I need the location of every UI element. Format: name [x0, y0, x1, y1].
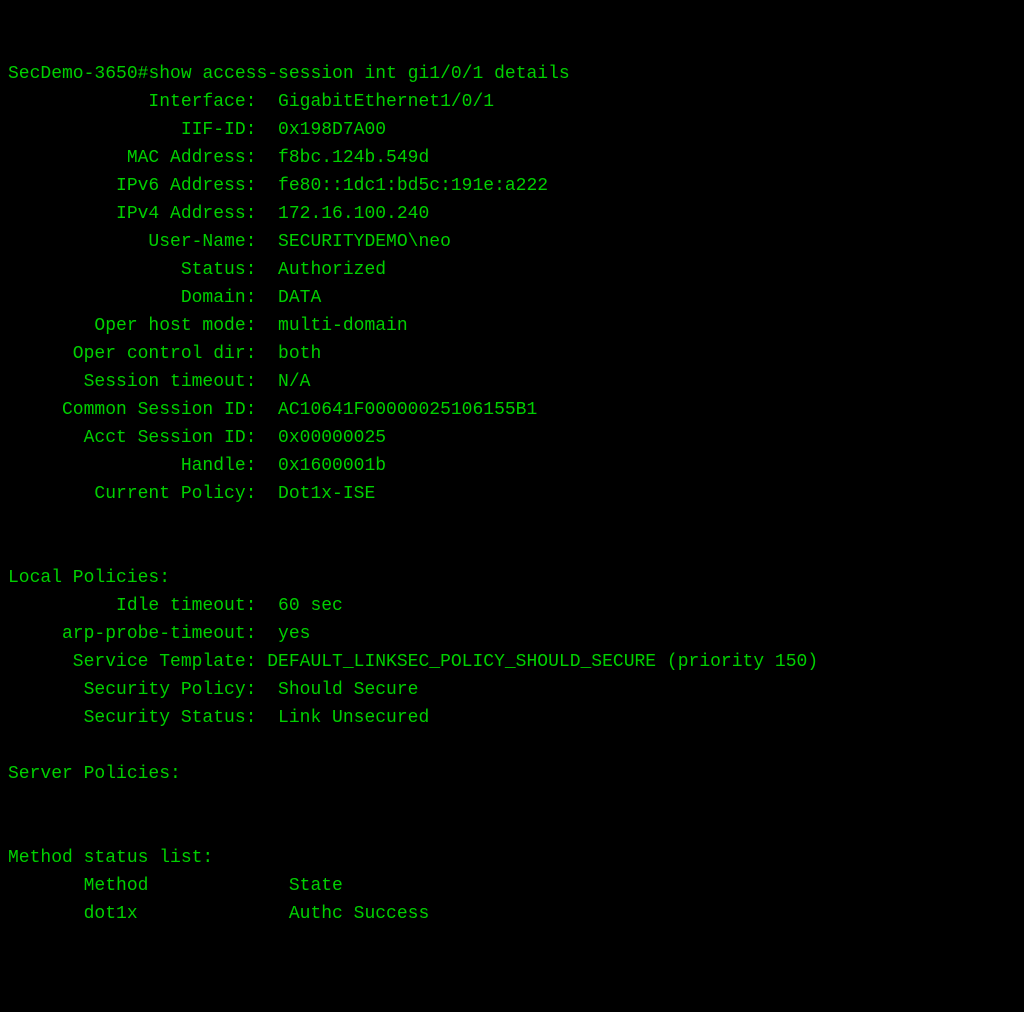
blank-line: [8, 732, 1016, 760]
command-prompt-line: SecDemo-3650#show access-session int gi1…: [8, 60, 1016, 88]
output-line: Domain: DATA: [8, 284, 1016, 312]
output-line: User-Name: SECURITYDEMO\neo: [8, 228, 1016, 256]
output-line: MAC Address: f8bc.124b.549d: [8, 144, 1016, 172]
output-line: Oper control dir: both: [8, 340, 1016, 368]
server-policies-header: Server Policies:: [8, 760, 1016, 788]
output-line: Common Session ID: AC10641F0000002510615…: [8, 396, 1016, 424]
hostname-prompt: SecDemo-3650#: [8, 64, 148, 84]
output-line: Session timeout: N/A: [8, 368, 1016, 396]
terminal-output: SecDemo-3650#show access-session int gi1…: [8, 60, 1016, 928]
output-line: Handle: 0x1600001b: [8, 452, 1016, 480]
output-line: Method State: [8, 872, 1016, 900]
method-status-header: Method status list:: [8, 844, 1016, 872]
output-line: Oper host mode: multi-domain: [8, 312, 1016, 340]
output-line: dot1x Authc Success: [8, 900, 1016, 928]
output-line: arp-probe-timeout: yes: [8, 620, 1016, 648]
blank-line: [8, 788, 1016, 816]
blank-line: [8, 816, 1016, 844]
output-line: IIF-ID: 0x198D7A00: [8, 116, 1016, 144]
output-line: Idle timeout: 60 sec: [8, 592, 1016, 620]
output-line: Interface: GigabitEthernet1/0/1: [8, 88, 1016, 116]
command-text: show access-session int gi1/0/1 details: [148, 64, 569, 84]
output-line: IPv6 Address: fe80::1dc1:bd5c:191e:a222: [8, 172, 1016, 200]
blank-line: [8, 536, 1016, 564]
output-line: Acct Session ID: 0x00000025: [8, 424, 1016, 452]
output-line: Security Policy: Should Secure: [8, 676, 1016, 704]
blank-line: [8, 508, 1016, 536]
output-line: Current Policy: Dot1x-ISE: [8, 480, 1016, 508]
output-line: Service Template: DEFAULT_LINKSEC_POLICY…: [8, 648, 1016, 676]
output-line: Security Status: Link Unsecured: [8, 704, 1016, 732]
output-line: Status: Authorized: [8, 256, 1016, 284]
output-line: IPv4 Address: 172.16.100.240: [8, 200, 1016, 228]
local-policies-header: Local Policies:: [8, 564, 1016, 592]
